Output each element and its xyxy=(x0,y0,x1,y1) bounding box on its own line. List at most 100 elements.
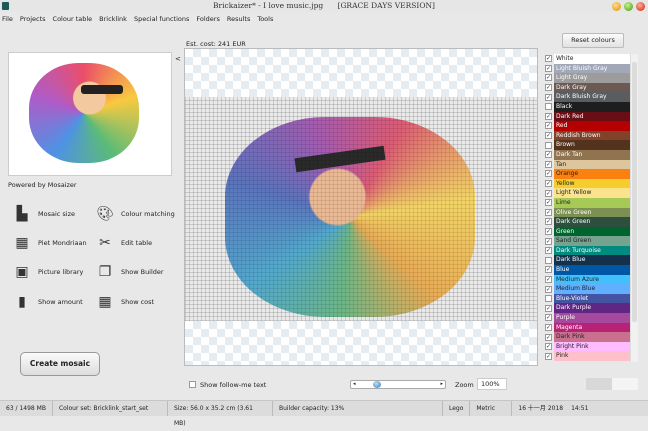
colour-item[interactable]: ✓ Yellow xyxy=(545,178,630,189)
zoom-slider-knob[interactable] xyxy=(373,381,381,388)
colour-checkbox[interactable]: ✓ xyxy=(545,247,552,255)
colour-checkbox[interactable]: ✓ xyxy=(545,304,552,312)
colour-item[interactable]: ✓ Pink xyxy=(545,351,630,361)
colour-checkbox[interactable]: ✓ xyxy=(545,151,552,159)
colour-item[interactable]: ✓ Dark Red xyxy=(545,111,630,122)
minimize-button[interactable] xyxy=(612,2,621,11)
colour-item[interactable]: ✓ White xyxy=(545,54,630,64)
colour-checkbox[interactable]: ✓ xyxy=(545,122,552,130)
menu-tools[interactable]: Tools xyxy=(257,13,273,25)
edit-table-button[interactable]: ✂ Edit table xyxy=(95,233,152,253)
menu-results[interactable]: Results xyxy=(227,13,250,25)
colour-checkbox[interactable]: ✓ xyxy=(545,314,552,322)
menu-colour-table[interactable]: Colour table xyxy=(53,13,93,25)
colour-item[interactable]: ✓ Magenta xyxy=(545,322,630,333)
colour-checkbox[interactable]: ✓ xyxy=(545,64,552,72)
tool-label: Piet Mondriaan xyxy=(38,239,87,247)
colour-checkbox[interactable]: ✓ xyxy=(545,208,552,216)
mosaic-canvas[interactable] xyxy=(184,48,538,366)
zoom-slider[interactable]: ◂ ▸ xyxy=(350,380,446,389)
units[interactable]: Metric xyxy=(470,401,513,416)
colour-item[interactable]: ✓ Reddish Brown xyxy=(545,130,630,141)
menu-projects[interactable]: Projects xyxy=(20,13,46,25)
colour-name: Medium Azure xyxy=(554,274,630,285)
create-mosaic-button[interactable]: Create mosaic xyxy=(20,352,100,376)
colour-checkbox[interactable]: ✓ xyxy=(545,74,552,82)
colour-checkbox[interactable]: ✓ xyxy=(545,170,552,178)
colour-item[interactable]: ✓ Medium Blue xyxy=(545,284,630,294)
colour-checkbox[interactable] xyxy=(545,256,552,264)
colour-checkbox[interactable]: ✓ xyxy=(545,93,552,101)
colour-item[interactable]: ✓ Blue xyxy=(545,265,630,275)
colour-checkbox[interactable]: ✓ xyxy=(545,189,552,197)
colour-checkbox[interactable]: ✓ xyxy=(545,180,552,188)
colour-item[interactable]: ✓ Dark Turquoise xyxy=(545,245,630,256)
colour-checkbox[interactable] xyxy=(545,141,552,149)
menu-folders[interactable]: Folders xyxy=(196,13,219,25)
piet-mondriaan-button[interactable]: ▦ Piet Mondriaan xyxy=(12,233,87,253)
colour-checkbox[interactable] xyxy=(545,103,552,111)
colour-item[interactable]: ✓ Light Bluish Gray xyxy=(545,63,630,74)
app-icon xyxy=(2,2,9,10)
grid-icon: ▦ xyxy=(15,235,29,251)
menu-file[interactable]: File xyxy=(2,13,13,25)
colour-checkbox[interactable]: ✓ xyxy=(545,275,552,283)
colour-item[interactable]: ✓ Olive Green xyxy=(545,207,630,218)
colour-checkbox[interactable] xyxy=(545,295,552,303)
colour-checkbox[interactable]: ✓ xyxy=(545,237,552,245)
colour-item[interactable]: ✓ Dark Purple xyxy=(545,303,630,314)
colour-item[interactable]: ✓ Dark Pink xyxy=(545,332,630,342)
colour-list-scrollbar[interactable] xyxy=(630,54,638,362)
colour-item[interactable]: Black xyxy=(545,101,630,112)
colour-checkbox[interactable]: ✓ xyxy=(545,218,552,226)
colour-checkbox[interactable]: ✓ xyxy=(545,343,552,351)
colour-item[interactable]: ✓ Light Gray xyxy=(545,73,630,83)
close-button[interactable] xyxy=(636,2,645,11)
colour-checkbox[interactable]: ✓ xyxy=(545,333,552,341)
colour-item[interactable]: ✓ Dark Green xyxy=(545,217,630,227)
colour-item[interactable]: ✓ Green xyxy=(545,226,630,237)
colour-item[interactable]: ✓ Dark Bluish Gray xyxy=(545,92,630,102)
colour-item[interactable]: ✓ Sand Green xyxy=(545,236,630,246)
colour-item[interactable]: ✓ Lime xyxy=(545,197,630,208)
colour-name: Yellow xyxy=(554,178,630,189)
colour-checkbox[interactable]: ✓ xyxy=(545,112,552,120)
colour-checkbox[interactable]: ✓ xyxy=(545,323,552,331)
show-follow-me-checkbox[interactable] xyxy=(189,381,196,388)
menu-bricklink[interactable]: Bricklink xyxy=(99,13,127,25)
menu-special-functions[interactable]: Special functions xyxy=(134,13,189,25)
colour-item[interactable]: ✓ Orange xyxy=(545,169,630,179)
picture-library-button[interactable]: ▣ Picture library xyxy=(12,262,83,282)
colour-checkbox[interactable]: ✓ xyxy=(545,285,552,293)
colour-item[interactable]: ✓ Tan xyxy=(545,159,630,170)
colour-checkbox[interactable]: ✓ xyxy=(545,352,552,360)
colour-item[interactable]: ✓ Red xyxy=(545,121,630,131)
colour-checkbox[interactable]: ✓ xyxy=(545,55,552,63)
reset-colours-button[interactable]: Reset colours xyxy=(562,33,624,48)
colour-item[interactable]: ✓ Purple xyxy=(545,313,630,323)
collapse-panel-arrow[interactable]: < xyxy=(175,55,181,63)
zoom-value-field[interactable]: 100% xyxy=(477,378,507,390)
colour-checkbox[interactable]: ✓ xyxy=(545,227,552,235)
show-cost-button[interactable]: ▦ Show cost xyxy=(95,292,154,312)
scrollbar-thumb[interactable] xyxy=(632,62,637,322)
show-amount-button[interactable]: ▮ Show amount xyxy=(12,292,83,312)
colour-item[interactable]: Dark Blue xyxy=(545,255,630,266)
colour-item[interactable]: Brown xyxy=(545,140,630,150)
show-builder-button[interactable]: ❐ Show Builder xyxy=(95,262,164,282)
colour-item[interactable]: ✓ Dark Tan xyxy=(545,149,630,160)
colour-checkbox[interactable]: ✓ xyxy=(545,132,552,140)
colour-item[interactable]: Blue-Violet xyxy=(545,293,630,304)
colour-matching-button[interactable]: 🎨︎ Colour matching xyxy=(95,204,175,224)
colour-checkbox[interactable]: ✓ xyxy=(545,266,552,274)
colour-checkbox[interactable]: ✓ xyxy=(545,199,552,207)
mosaic-size: Size: 56.0 x 35.2 cm (3.61 MB) xyxy=(168,401,273,427)
colour-item[interactable]: ✓ Medium Azure xyxy=(545,274,630,285)
colour-item[interactable]: ✓ Dark Gray xyxy=(545,82,630,93)
colour-checkbox[interactable]: ✓ xyxy=(545,160,552,168)
colour-checkbox[interactable]: ✓ xyxy=(545,84,552,92)
maximize-button[interactable] xyxy=(624,2,633,11)
colour-item[interactable]: ✓ Bright Pink xyxy=(545,341,630,352)
colour-item[interactable]: ✓ Light Yellow xyxy=(545,188,630,198)
mosaic-size-button[interactable]: ▙ Mosaic size xyxy=(12,204,75,224)
